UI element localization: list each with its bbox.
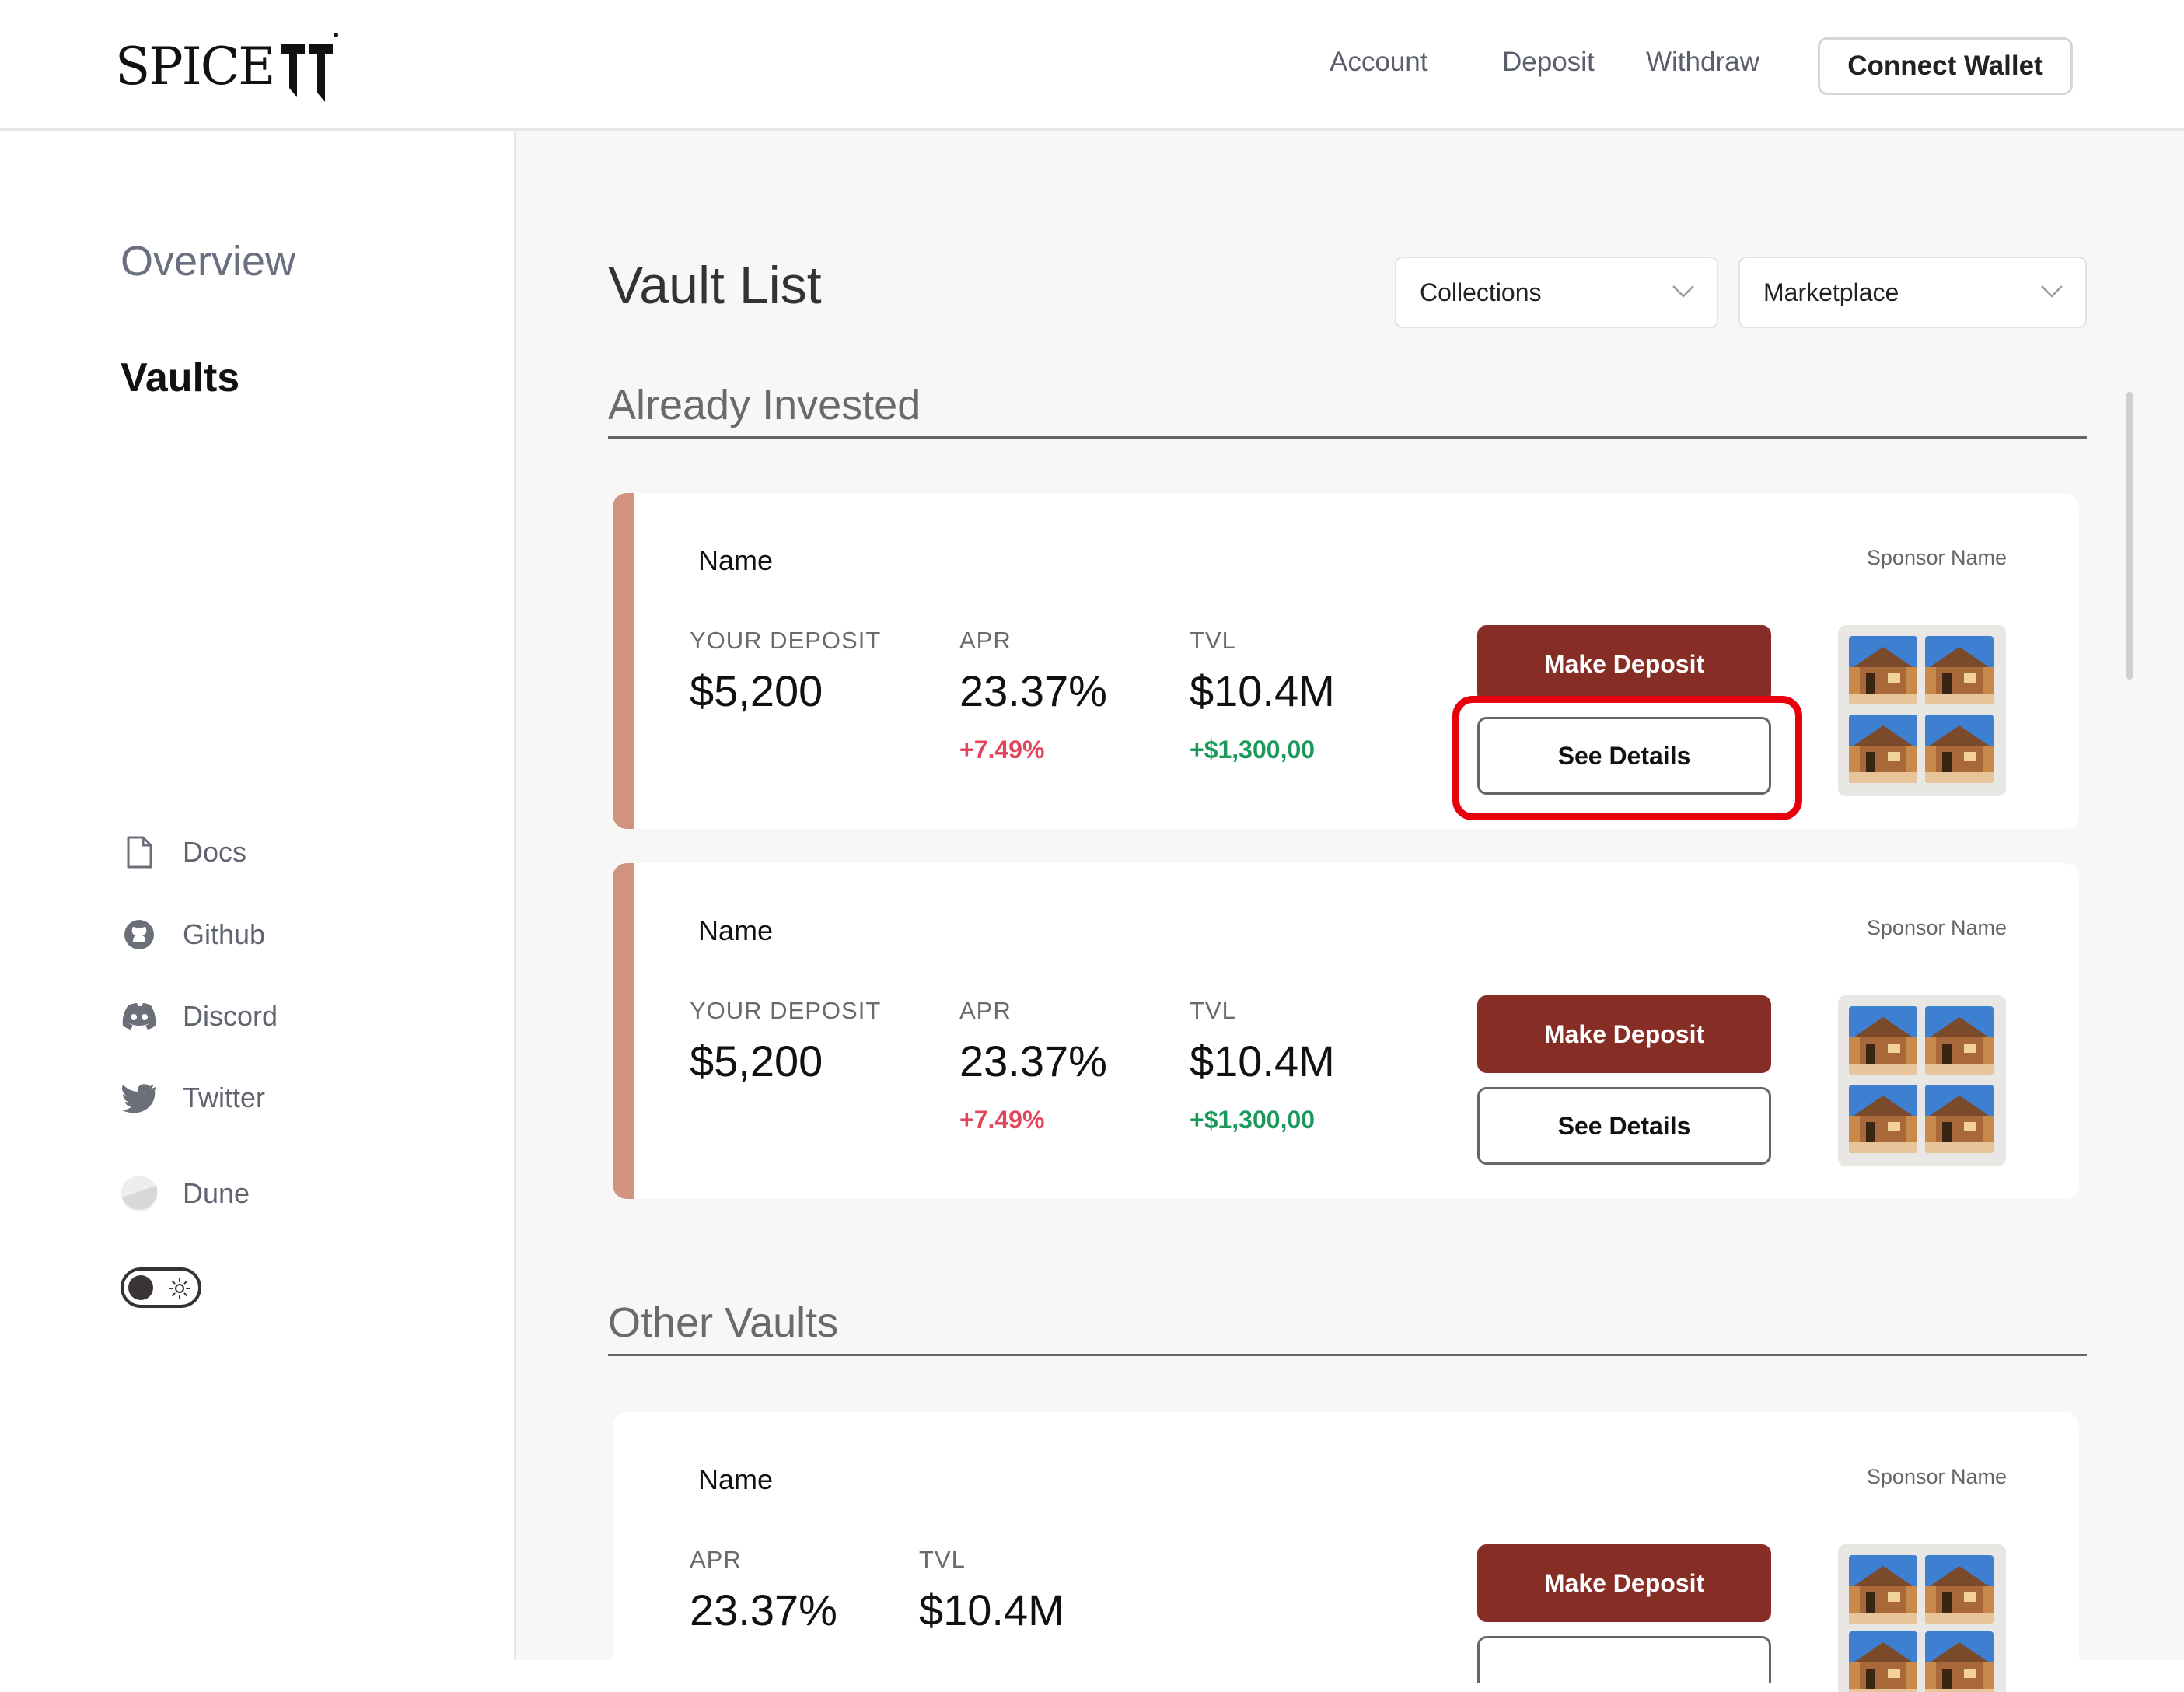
nft-thumbnail xyxy=(1925,1555,1994,1624)
deposit-label: YOUR DEPOSIT xyxy=(690,627,882,654)
discord-icon xyxy=(121,998,158,1035)
apr-value: 23.37% xyxy=(690,1585,837,1634)
sponsor-name: Sponsor Name xyxy=(1866,1465,2007,1488)
tvl-value: $10.4M xyxy=(919,1585,1064,1634)
sidebar-link-label: Discord xyxy=(183,1000,278,1032)
see-details-button[interactable]: See Details xyxy=(1477,1087,1771,1165)
sponsor-name: Sponsor Name xyxy=(1866,546,2007,569)
sidebar-link-dune[interactable]: Dune xyxy=(121,1175,250,1212)
marketplace-dropdown[interactable]: Marketplace xyxy=(1738,257,2087,328)
vault-name: Name xyxy=(698,1463,774,1495)
page-title: Vault List xyxy=(608,256,822,315)
chevron-down-icon xyxy=(2041,285,2063,298)
sidebar-item-overview[interactable]: Overview xyxy=(121,237,295,285)
nft-thumbnail xyxy=(1849,636,1917,704)
deposit-value: $5,200 xyxy=(690,666,823,715)
tvl-value: $10.4M xyxy=(1190,1037,1335,1085)
sidebar-link-label: Twitter xyxy=(183,1082,266,1113)
sidebar-link-twitter[interactable]: Twitter xyxy=(121,1079,265,1117)
see-details-button[interactable] xyxy=(1477,1636,1771,1683)
vault-nft-thumbnails[interactable] xyxy=(1838,625,2006,796)
tvl-label: TVL xyxy=(919,1546,966,1573)
github-icon xyxy=(121,916,158,953)
sidebar-link-label: Docs xyxy=(183,836,247,868)
nav-account[interactable]: Account xyxy=(1330,47,1427,78)
nft-thumbnail xyxy=(1925,1006,1994,1075)
section-divider xyxy=(608,436,2087,439)
sidebar-link-docs[interactable]: Docs xyxy=(121,834,246,871)
theme-toggle[interactable] xyxy=(121,1267,201,1308)
logo-text: SPICE xyxy=(115,36,275,96)
deposit-value: $5,200 xyxy=(690,1037,823,1085)
vault-name: Name xyxy=(698,544,774,576)
highlight-annotation xyxy=(1452,696,1802,820)
scrollbar[interactable] xyxy=(2126,392,2133,680)
tvl-value: $10.4M xyxy=(1190,666,1335,715)
make-deposit-button[interactable]: Make Deposit xyxy=(1477,1544,1771,1622)
nft-thumbnail xyxy=(1925,1085,1994,1153)
apr-change: +7.49% xyxy=(959,736,1045,764)
sidebar-link-label: Dune xyxy=(183,1177,250,1209)
sponsor-name: Sponsor Name xyxy=(1866,916,2007,939)
sidebar-item-vaults[interactable]: Vaults xyxy=(121,355,239,401)
nft-thumbnail xyxy=(1925,636,1994,704)
card-accent xyxy=(613,493,634,829)
make-deposit-button[interactable]: Make Deposit xyxy=(1477,995,1771,1073)
dropdown-label: Marketplace xyxy=(1763,278,1899,306)
main-content: Vault List Collections Marketplace Alrea… xyxy=(516,131,2184,1692)
top-bar: SPICE Account Deposit Withdraw Connect W… xyxy=(0,0,2184,131)
card-accent xyxy=(613,863,634,1199)
nft-thumbnail xyxy=(1849,1006,1917,1075)
apr-label: APR xyxy=(959,627,1012,654)
tvl-change: +$1,300,00 xyxy=(1190,1106,1316,1134)
nav-deposit[interactable]: Deposit xyxy=(1502,47,1595,78)
twitter-icon xyxy=(121,1079,158,1117)
apr-label: APR xyxy=(690,1546,742,1573)
nft-thumbnail xyxy=(1849,715,1917,783)
dropdown-label: Collections xyxy=(1420,278,1542,306)
vault-nft-thumbnails[interactable] xyxy=(1838,1544,2006,1692)
chevron-down-icon xyxy=(1672,285,1694,298)
vault-card: Name Sponsor Name APR 23.37% TVL $10.4M … xyxy=(613,1412,2079,1692)
section-title-invested: Already Invested xyxy=(608,382,921,428)
nft-thumbnail xyxy=(1849,1631,1917,1692)
tvl-label: TVL xyxy=(1190,627,1236,654)
sun-icon xyxy=(169,1278,190,1299)
deposit-label: YOUR DEPOSIT xyxy=(690,997,882,1024)
vault-card: Name Sponsor Name YOUR DEPOSIT $5,200 AP… xyxy=(613,863,2079,1199)
apr-label: APR xyxy=(959,997,1012,1024)
apr-value: 23.37% xyxy=(959,1037,1107,1085)
vault-name: Name xyxy=(698,914,774,946)
document-icon xyxy=(121,834,158,871)
sidebar: Overview Vaults Docs Github Discord Twit… xyxy=(0,131,516,1660)
nft-thumbnail xyxy=(1925,715,1994,783)
apr-change: +7.49% xyxy=(959,1106,1045,1134)
dune-icon xyxy=(121,1175,158,1212)
section-title-other: Other Vaults xyxy=(608,1299,839,1346)
nav-withdraw[interactable]: Withdraw xyxy=(1646,47,1759,78)
apr-value: 23.37% xyxy=(959,666,1107,715)
vault-card: Name Sponsor Name YOUR DEPOSIT $5,200 AP… xyxy=(613,493,2079,829)
nft-thumbnail xyxy=(1849,1085,1917,1153)
toggle-knob xyxy=(128,1275,153,1300)
tvl-change: +$1,300,00 xyxy=(1190,736,1316,764)
sidebar-link-discord[interactable]: Discord xyxy=(121,998,278,1035)
tvl-label: TVL xyxy=(1190,997,1236,1024)
collections-dropdown[interactable]: Collections xyxy=(1395,257,1718,328)
nft-thumbnail xyxy=(1925,1631,1994,1692)
sidebar-link-github[interactable]: Github xyxy=(121,916,265,953)
connect-wallet-button[interactable]: Connect Wallet xyxy=(1818,37,2073,95)
section-divider xyxy=(608,1354,2087,1356)
spice-logo[interactable]: SPICE xyxy=(115,31,341,102)
sidebar-link-label: Github xyxy=(183,918,266,950)
vault-nft-thumbnails[interactable] xyxy=(1838,995,2006,1166)
logo-mark-icon xyxy=(281,33,339,102)
make-deposit-button[interactable]: Make Deposit xyxy=(1477,625,1771,703)
nft-thumbnail xyxy=(1849,1555,1917,1624)
